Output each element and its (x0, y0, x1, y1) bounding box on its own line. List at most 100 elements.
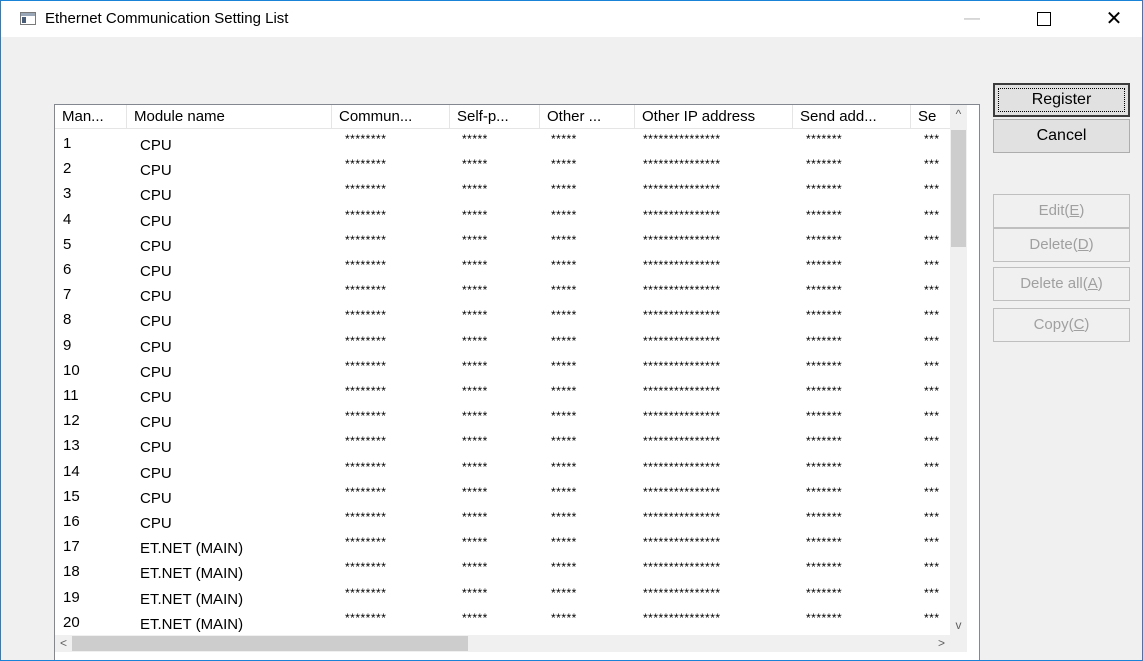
cell-communication: ******** (345, 308, 387, 323)
cell-communication: ******** (345, 434, 387, 449)
vertical-scroll-thumb[interactable] (951, 130, 966, 247)
table-row[interactable]: 11 CPU ******** ***** ***** *************** **… (55, 382, 950, 407)
cell-se: *** (924, 182, 940, 197)
cell-module-name: ET.NET (MAIN) (140, 590, 244, 608)
cell-send-address: ******* (806, 409, 843, 424)
table-row[interactable]: 9 CPU ******** ***** ***** *************** ***… (55, 332, 950, 357)
table-row[interactable]: 14 CPU ******** ***** ***** *************** **… (55, 458, 950, 483)
cell-other-port: ***** (551, 459, 577, 474)
table-row[interactable]: 5 CPU ******** ***** ***** *************** ***… (55, 231, 950, 256)
cell-other-port: ***** (551, 182, 577, 197)
cell-self-port: ***** (462, 459, 488, 474)
cell-management-number: 16 (63, 513, 80, 530)
column-header-other-port[interactable]: Other ... (540, 105, 635, 129)
scroll-left-icon[interactable]: < (55, 635, 72, 652)
table-row[interactable]: 8 CPU ******** ***** ***** *************** ***… (55, 306, 950, 331)
cell-module-name: ET.NET (MAIN) (140, 615, 244, 633)
list-header: Man... Module name Commun... Self-p... O… (55, 105, 950, 130)
cell-self-port: ***** (462, 258, 488, 272)
cell-module-name: CPU (140, 338, 172, 356)
register-button[interactable]: Register (993, 83, 1130, 117)
cell-se: *** (924, 258, 940, 272)
column-header-se[interactable]: Se (911, 105, 950, 129)
delete-mnemonic: D (1077, 236, 1089, 253)
window-icon (20, 12, 36, 25)
cell-other-port: ***** (551, 484, 577, 499)
dialog-window: Ethernet Communication Setting List — ✕ … (0, 0, 1143, 661)
cell-other-ip-address: *************** (643, 207, 721, 222)
cell-other-ip-address: *************** (643, 182, 721, 197)
cell-other-port: ***** (551, 560, 577, 575)
cell-communication: ******** (345, 207, 387, 222)
cancel-button[interactable]: Cancel (993, 119, 1130, 153)
cell-send-address: ******* (806, 308, 843, 323)
table-row[interactable]: 20 ET.NET (MAIN) ******** ***** ***** *******… (55, 609, 950, 634)
cell-communication: ******** (345, 358, 387, 373)
minimize-button[interactable]: — (949, 1, 995, 37)
cell-self-port: ***** (462, 358, 488, 373)
cell-module-name: CPU (140, 237, 172, 255)
table-row[interactable]: 4 CPU ******** ***** ***** *************** ***… (55, 206, 950, 231)
column-header-module-name[interactable]: Module name (127, 105, 332, 129)
table-row[interactable]: 17 ET.NET (MAIN) ******** ***** ***** *******… (55, 533, 950, 558)
title-bar[interactable]: Ethernet Communication Setting List — ✕ (1, 1, 1142, 37)
table-row[interactable]: 6 CPU ******** ***** ***** *************** ***… (55, 256, 950, 281)
cell-other-port: ***** (551, 585, 577, 600)
cell-send-address: ******* (806, 232, 843, 247)
cell-communication: ******** (345, 232, 387, 247)
table-row[interactable]: 16 CPU ******** ***** ***** *************** **… (55, 508, 950, 533)
table-row[interactable]: 13 CPU ******** ***** ***** *************** **… (55, 432, 950, 457)
vertical-scrollbar[interactable]: ^ v (950, 105, 967, 635)
cell-module-name: CPU (140, 137, 172, 154)
table-row[interactable]: 18 ET.NET (MAIN) ******** ***** ***** *******… (55, 558, 950, 583)
table-row[interactable]: 1 CPU ******** ***** ***** *************** ***… (55, 130, 950, 155)
cell-other-ip-address: *************** (643, 434, 721, 449)
column-header-send-address[interactable]: Send add... (793, 105, 911, 129)
column-header-man[interactable]: Man... (55, 105, 127, 129)
cell-send-address: ******* (806, 585, 843, 600)
cell-communication: ******** (345, 484, 387, 499)
cell-management-number: 15 (63, 487, 80, 505)
table-row[interactable]: 3 CPU ******** ***** ***** *************** ***… (55, 180, 950, 205)
cell-communication: ******** (345, 258, 387, 272)
edit-button[interactable]: Edit(E) (993, 194, 1130, 228)
table-row[interactable]: 19 ET.NET (MAIN) ******** ***** ***** *******… (55, 584, 950, 609)
cell-other-ip-address: *************** (643, 510, 721, 524)
delete-all-button[interactable]: Delete all(A) (993, 267, 1130, 301)
cell-send-address: ******* (806, 434, 843, 449)
table-row[interactable]: 2 CPU ******** ***** ***** *************** ***… (55, 155, 950, 180)
cell-communication: ******** (345, 333, 387, 348)
horizontal-scroll-thumb[interactable] (72, 636, 468, 651)
column-header-other-ip-address[interactable]: Other IP address (635, 105, 793, 129)
cell-management-number: 5 (63, 235, 72, 253)
table-row[interactable]: 10 CPU ******** ***** ***** *************** **… (55, 357, 950, 382)
copy-button[interactable]: Copy(C) (993, 308, 1130, 342)
cell-module-name: CPU (140, 389, 172, 406)
settings-list[interactable]: Man... Module name Commun... Self-p... O… (54, 104, 980, 660)
cell-module-name: CPU (140, 263, 172, 280)
cell-other-ip-address: *************** (643, 384, 721, 398)
cell-self-port: ***** (462, 610, 488, 625)
close-button[interactable]: ✕ (1091, 1, 1137, 37)
cell-self-port: ***** (462, 510, 488, 524)
cell-se: *** (924, 585, 940, 600)
cell-other-port: ***** (551, 132, 577, 146)
cell-communication: ******** (345, 182, 387, 197)
cell-self-port: ***** (462, 283, 488, 298)
cell-other-ip-address: *************** (643, 333, 721, 348)
table-row[interactable]: 12 CPU ******** ***** ***** *************** **… (55, 407, 950, 432)
column-header-self-port[interactable]: Self-p... (450, 105, 540, 129)
maximize-button[interactable] (1021, 1, 1067, 37)
table-row[interactable]: 7 CPU ******** ***** ***** *************** ***… (55, 281, 950, 306)
horizontal-scrollbar[interactable]: < > (55, 635, 967, 652)
scroll-right-icon[interactable]: > (933, 635, 950, 652)
cell-other-port: ***** (551, 258, 577, 272)
cell-other-ip-address: *************** (643, 308, 721, 323)
cell-send-address: ******* (806, 484, 843, 499)
scroll-up-icon[interactable]: ^ (950, 106, 967, 123)
delete-button[interactable]: Delete(D) (993, 228, 1130, 262)
scroll-down-icon[interactable]: v (950, 617, 967, 634)
cell-management-number: 8 (63, 311, 72, 329)
table-row[interactable]: 15 CPU ******** ***** ***** *************** **… (55, 483, 950, 508)
column-header-communication[interactable]: Commun... (332, 105, 450, 129)
